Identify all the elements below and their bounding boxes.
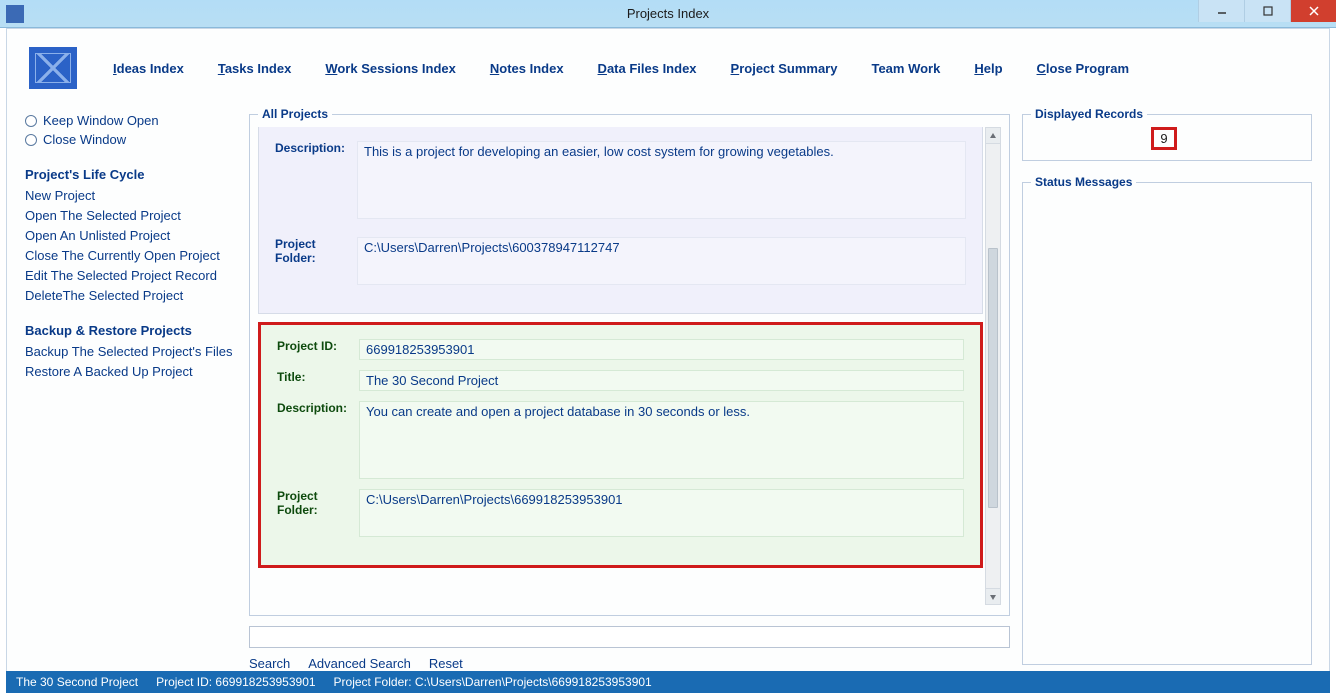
project-card[interactable]: Description: This is a project for devel… <box>258 127 983 314</box>
all-projects-legend: All Projects <box>258 107 332 121</box>
search-input[interactable] <box>249 626 1010 648</box>
displayed-records-legend: Displayed Records <box>1031 107 1147 121</box>
value-title: The 30 Second Project <box>359 370 964 391</box>
project-card-selected[interactable]: Project ID: 669918253953901 Title: The 3… <box>258 322 983 568</box>
menu-work-sessions[interactable]: Work Sessions Index <box>325 61 456 76</box>
statusbar: The 30 Second Project Project ID: 669918… <box>6 671 1330 693</box>
link-new-project[interactable]: New Project <box>25 188 237 203</box>
menu-team-work[interactable]: Team Work <box>871 61 940 76</box>
label-folder: Project Folder: <box>275 237 357 285</box>
status-messages-legend: Status Messages <box>1031 175 1136 189</box>
scroll-thumb[interactable] <box>988 248 998 508</box>
menu-data-files[interactable]: Data Files Index <box>598 61 697 76</box>
app-logo <box>29 47 77 89</box>
menu-ideas[interactable]: Ideas Index <box>113 61 184 76</box>
right-column: Displayed Records 9 Status Messages <box>1022 107 1312 665</box>
link-delete-selected[interactable]: DeleteThe Selected Project <box>25 288 237 303</box>
radio-icon <box>25 134 37 146</box>
value-description: You can create and open a project databa… <box>359 401 964 479</box>
menu-tasks[interactable]: Tasks Index <box>218 61 291 76</box>
sidebar: Keep Window Open Close Window Project's … <box>25 107 237 384</box>
menu-close-program[interactable]: Close Program <box>1037 61 1129 76</box>
link-open-selected[interactable]: Open The Selected Project <box>25 208 237 223</box>
status-messages-group: Status Messages <box>1022 175 1312 665</box>
window-buttons <box>1198 0 1336 22</box>
value-description: This is a project for developing an easi… <box>357 141 966 219</box>
label-folder: Project Folder: <box>277 489 359 537</box>
main-column: All Projects Description: This is a proj… <box>249 107 1010 671</box>
value-project-id: 669918253953901 <box>359 339 964 360</box>
menu-project-summary[interactable]: Project Summary <box>731 61 838 76</box>
link-backup-files[interactable]: Backup The Selected Project's Files <box>25 344 237 359</box>
label-description: Description: <box>275 141 357 219</box>
label-title: Title: <box>277 370 359 391</box>
titlebar: Projects Index <box>0 0 1336 28</box>
status-title: The 30 Second Project <box>16 675 138 689</box>
radio-icon <box>25 115 37 127</box>
scroll-down-icon[interactable] <box>986 588 1000 604</box>
value-folder: C:\Users\Darren\Projects\669918253953901 <box>359 489 964 537</box>
scrollbar[interactable] <box>985 127 1001 605</box>
window-title: Projects Index <box>0 6 1336 21</box>
app-icon <box>6 5 24 23</box>
section-life-cycle: Project's Life Cycle <box>25 167 237 182</box>
displayed-records-group: Displayed Records 9 <box>1022 107 1312 161</box>
link-reset[interactable]: Reset <box>429 656 463 671</box>
displayed-records-count: 9 <box>1151 127 1177 150</box>
status-project-id: Project ID: 669918253953901 <box>156 675 315 689</box>
link-advanced-search[interactable]: Advanced Search <box>308 656 411 671</box>
minimize-button[interactable] <box>1198 0 1244 22</box>
link-restore[interactable]: Restore A Backed Up Project <box>25 364 237 379</box>
value-folder: C:\Users\Darren\Projects\600378947112747 <box>357 237 966 285</box>
link-close-current[interactable]: Close The Currently Open Project <box>25 248 237 263</box>
link-edit-selected[interactable]: Edit The Selected Project Record <box>25 268 237 283</box>
radio-keep-window-open[interactable]: Keep Window Open <box>25 113 237 128</box>
menu-notes[interactable]: Notes Index <box>490 61 564 76</box>
radio-close-window[interactable]: Close Window <box>25 132 237 147</box>
search-links: Search Advanced Search Reset <box>249 656 1010 671</box>
content-row: Keep Window Open Close Window Project's … <box>7 107 1329 671</box>
maximize-button[interactable] <box>1244 0 1290 22</box>
menu-help[interactable]: Help <box>974 61 1002 76</box>
projects-list: Description: This is a project for devel… <box>258 127 1001 605</box>
label-project-id: Project ID: <box>277 339 359 360</box>
section-backup: Backup & Restore Projects <box>25 323 237 338</box>
link-search[interactable]: Search <box>249 656 290 671</box>
all-projects-group: All Projects Description: This is a proj… <box>249 107 1010 616</box>
close-button[interactable] <box>1290 0 1336 22</box>
inner-frame: Ideas Index Tasks Index Work Sessions In… <box>6 28 1330 693</box>
scroll-up-icon[interactable] <box>986 128 1000 144</box>
link-open-unlisted[interactable]: Open An Unlisted Project <box>25 228 237 243</box>
label-description: Description: <box>277 401 359 479</box>
menubar: Ideas Index Tasks Index Work Sessions In… <box>7 29 1329 107</box>
status-folder: Project Folder: C:\Users\Darren\Projects… <box>334 675 652 689</box>
